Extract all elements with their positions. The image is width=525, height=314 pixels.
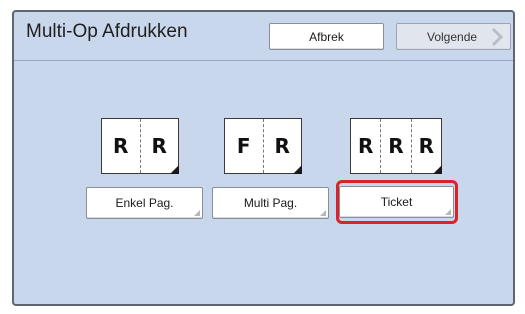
page-title: Multi-Op Afdrukken <box>26 21 188 42</box>
dialog-header: Multi-Op Afdrukken Afbrek Volgende <box>14 12 513 61</box>
multi-pag-label: Multi Pag. <box>243 196 298 210</box>
multi-pag-button[interactable]: Multi Pag. <box>212 187 329 219</box>
chevron-right-icon <box>491 27 504 47</box>
next-button[interactable]: Volgende <box>396 23 511 50</box>
dialog-panel: Multi-Op Afdrukken Afbrek Volgende R R E… <box>12 10 515 306</box>
page-fold-icon <box>293 165 302 174</box>
ticket-button[interactable]: Ticket <box>339 186 454 218</box>
enkel-pag-preview: R R <box>101 118 179 174</box>
ticket-preview: R R R <box>350 118 442 174</box>
cancel-button[interactable]: Afbrek <box>269 23 384 50</box>
page-letter: R <box>113 134 129 158</box>
cancel-button-label: Afbrek <box>309 29 344 44</box>
enkel-pag-label: Enkel Pag. <box>115 196 174 210</box>
next-button-label: Volgende <box>427 29 478 44</box>
page-letter: F <box>236 134 251 158</box>
enkel-pag-button[interactable]: Enkel Pag. <box>86 187 203 219</box>
corner-grip-icon <box>445 209 451 215</box>
corner-grip-icon <box>320 210 326 216</box>
ticket-label: Ticket <box>380 195 413 209</box>
multi-pag-preview: F R <box>224 118 302 174</box>
page-letter: R <box>357 134 374 158</box>
page-fold-icon <box>433 165 442 174</box>
page-fold-icon <box>170 165 179 174</box>
corner-grip-icon <box>194 210 200 216</box>
page-letter: R <box>380 119 410 173</box>
